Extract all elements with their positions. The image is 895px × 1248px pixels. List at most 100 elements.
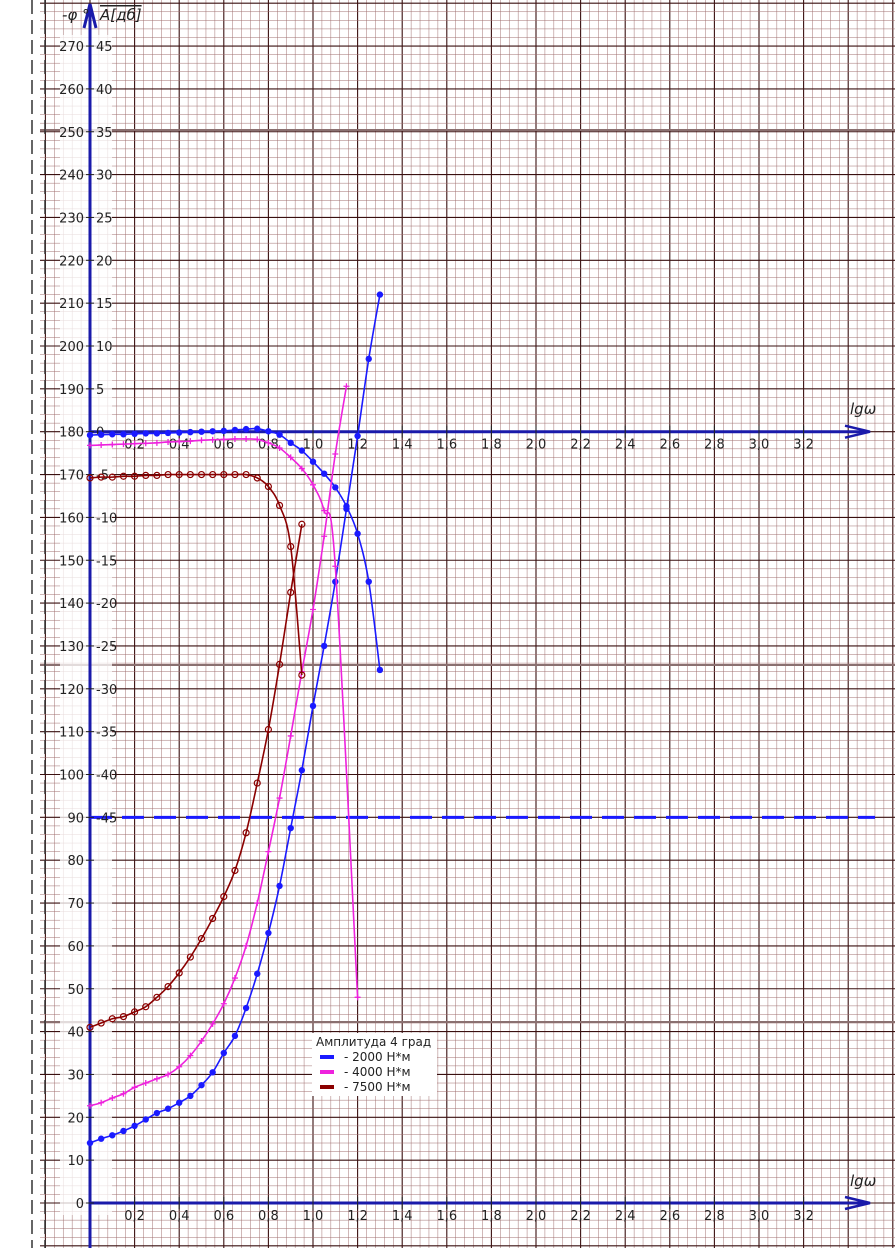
series-line xyxy=(89,473,303,676)
amplitude-tick-label: -25 xyxy=(96,640,117,655)
phase-tick-label: 270 xyxy=(59,40,84,55)
phase-tick-label: 190 xyxy=(59,383,84,398)
data-point xyxy=(187,1092,194,1100)
data-point xyxy=(365,578,372,585)
phase-tick-label: 90 xyxy=(67,811,84,826)
amplitude-tick-label: -20 xyxy=(96,597,117,612)
amplitude-tick-label: 10 xyxy=(96,340,113,355)
phase-tick-label: 0 xyxy=(76,1197,84,1212)
amplitude-tick-label: 35 xyxy=(96,126,113,141)
data-point xyxy=(131,1122,138,1130)
x-tick-label: 1,6 xyxy=(436,1209,457,1224)
data-point xyxy=(153,439,160,446)
x-axis-label-lower: lgω xyxy=(850,1172,876,1190)
legend-swatch xyxy=(320,1054,334,1059)
x-tick-label: 1,0 xyxy=(303,438,324,453)
chart-area: 0 10 20 30 40 50 60 70 80 90 100 110 120 130 140 150 160… xyxy=(0,0,895,1248)
legend-swatch xyxy=(320,1084,334,1089)
data-point xyxy=(176,1099,183,1106)
data-point xyxy=(109,1132,116,1139)
series-2000-phase xyxy=(86,291,384,1147)
phase-tick-label: 220 xyxy=(59,254,84,269)
data-point xyxy=(198,1081,205,1089)
data-point xyxy=(142,430,149,437)
amplitude-tick-label: 40 xyxy=(96,83,113,98)
data-point xyxy=(309,458,317,465)
x-tick-label: 2,6 xyxy=(659,1209,680,1224)
x-axis-label-upper: lgω xyxy=(850,400,876,418)
graph-paper-grid xyxy=(31,0,895,1248)
data-point xyxy=(276,431,283,438)
data-point xyxy=(310,481,316,488)
data-point xyxy=(276,882,283,890)
data-point xyxy=(220,427,227,435)
bode-plot: 0 10 20 30 40 50 60 70 80 90 100 110 120 130 140 150 160… xyxy=(31,0,895,1248)
data-point xyxy=(120,431,127,438)
data-point xyxy=(376,291,384,298)
data-point xyxy=(354,994,361,1001)
phase-tick-label: 160 xyxy=(59,511,84,526)
data-point xyxy=(354,530,361,537)
data-point xyxy=(320,470,328,477)
data-point xyxy=(254,970,261,977)
amplitude-tick-label: 15 xyxy=(96,297,113,312)
data-point xyxy=(265,848,272,855)
legend-label: - 4000 Н*м xyxy=(344,1064,411,1079)
legend-title: Амплитуда 4 град xyxy=(316,1035,432,1049)
x-tick-label: 2,4 xyxy=(615,438,636,453)
data-point xyxy=(365,355,372,363)
x-tick-label: 2,0 xyxy=(526,438,547,453)
data-point xyxy=(198,437,205,444)
data-point xyxy=(176,429,183,436)
x-tick-label: 0,2 xyxy=(124,1209,145,1224)
x-tick-label: 2,2 xyxy=(570,1209,591,1224)
data-point xyxy=(86,1139,94,1147)
data-point xyxy=(231,1032,239,1040)
legend-label: - 2000 Н*м xyxy=(344,1049,411,1064)
x-tick-label: 2,4 xyxy=(615,1209,636,1224)
phase-tick-label: 250 xyxy=(59,126,84,141)
data-point xyxy=(298,767,306,774)
data-point xyxy=(131,430,138,438)
data-point xyxy=(209,428,216,435)
x-tick-label: 2,2 xyxy=(570,438,591,453)
phase-axis-label: -φ ° xyxy=(62,6,90,24)
phase-tick-label: 30 xyxy=(67,1068,84,1083)
phase-tick-label: 40 xyxy=(67,1026,84,1041)
data-point xyxy=(243,435,250,442)
data-point xyxy=(109,431,116,438)
amplitude-tick-label: -15 xyxy=(96,554,117,569)
x-tick-label: 2,6 xyxy=(659,438,680,453)
amplitude-tick-label: 5 xyxy=(96,383,104,398)
x-tick-label: 1,8 xyxy=(481,1209,502,1224)
phase-tick-label: 200 xyxy=(59,340,84,355)
series-7500-amplitude xyxy=(86,470,306,679)
phase-tick-label: 10 xyxy=(67,1154,84,1169)
data-point xyxy=(309,702,317,710)
x-tick-label: 3,0 xyxy=(749,438,770,453)
data-point xyxy=(209,1069,216,1076)
x-tick-label: 3,0 xyxy=(749,1209,770,1224)
phase-tick-label: 130 xyxy=(59,640,84,655)
x-tick-label: 3,2 xyxy=(793,1209,814,1224)
data-point xyxy=(265,428,272,435)
series-7500-phase xyxy=(86,520,306,1031)
phase-tick-label: 180 xyxy=(59,426,84,441)
x-tick-label: 0,4 xyxy=(169,1209,190,1224)
amplitude-tick-label: 25 xyxy=(96,211,113,226)
series-line xyxy=(89,386,348,1107)
data-point xyxy=(198,428,205,435)
x-tick-label: 1,8 xyxy=(481,438,502,453)
phase-tick-label: 230 xyxy=(59,211,84,226)
data-point xyxy=(332,450,339,457)
data-point xyxy=(242,425,250,433)
legend: Амплитуда 4 град - 2000 Н*м - 4000 Н*м -… xyxy=(312,1033,438,1096)
x-tick-label: 1,4 xyxy=(392,1209,413,1224)
x-tick-label: 2,8 xyxy=(704,438,725,453)
phase-tick-label: 50 xyxy=(67,983,84,998)
phase-tick-label: 60 xyxy=(67,940,84,955)
data-point xyxy=(287,732,294,739)
data-point xyxy=(287,824,294,832)
x-tick-label: 2,8 xyxy=(704,1209,725,1224)
x-tick-label: 0,8 xyxy=(258,1209,279,1224)
